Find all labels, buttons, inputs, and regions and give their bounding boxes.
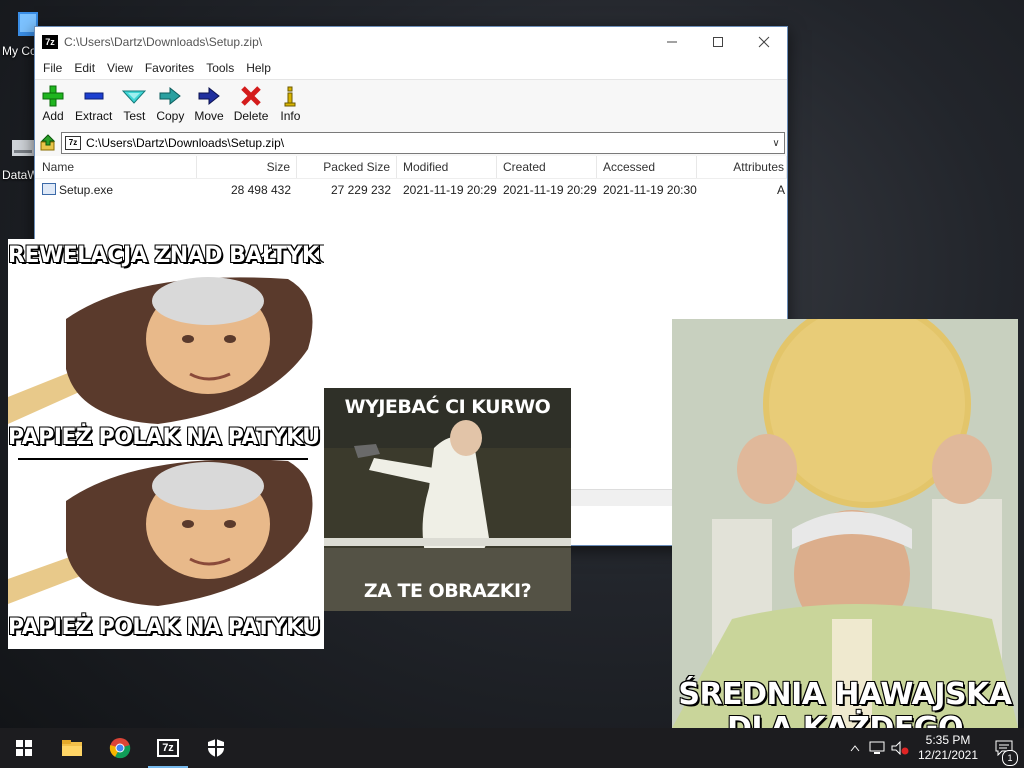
delete-button[interactable]: Delete bbox=[233, 80, 269, 123]
chrome-icon bbox=[109, 738, 131, 759]
column-created[interactable]: Created bbox=[497, 156, 597, 178]
file-name-cell: Setup.exe bbox=[35, 182, 197, 197]
meme-caption-middle: PAPIEŻ POLAK NA PATYKU XD bbox=[8, 424, 324, 451]
close-icon bbox=[758, 36, 770, 48]
taskbar-file-explorer[interactable] bbox=[48, 728, 96, 768]
zip-archive-icon: 7z bbox=[65, 136, 81, 150]
file-attributes: A bbox=[776, 182, 785, 197]
address-combobox[interactable]: 7z C:\Users\Dartz\Downloads\Setup.zip\ ∨ bbox=[61, 132, 785, 154]
up-arrow-icon bbox=[40, 134, 56, 151]
close-button[interactable] bbox=[741, 27, 787, 57]
shield-icon bbox=[208, 739, 224, 757]
file-list-header: Name Size Packed Size Modified Created A… bbox=[35, 156, 787, 179]
menu-favorites[interactable]: Favorites bbox=[139, 61, 200, 75]
file-name: Setup.exe bbox=[59, 182, 114, 197]
column-packed-size[interactable]: Packed Size bbox=[297, 156, 397, 178]
notification-badge: 1 bbox=[1002, 750, 1018, 766]
copy-label: Copy bbox=[156, 109, 185, 123]
file-size: 28 498 432 bbox=[230, 182, 291, 197]
exe-file-icon bbox=[42, 182, 56, 195]
show-hidden-icons-button[interactable] bbox=[844, 744, 866, 752]
copy-arrow-icon bbox=[158, 84, 182, 108]
meme-balcony-image: WYJEBAĆ CI KURWO ZA TE OBRAZKI? bbox=[324, 388, 571, 611]
meme-caption-line1: ŚREDNIA HAWAJSKA bbox=[678, 676, 1013, 713]
file-packed-size: 27 229 232 bbox=[330, 182, 391, 197]
taskbar-7zip[interactable]: 7z bbox=[144, 728, 192, 768]
folder-icon bbox=[62, 740, 82, 756]
meme-caption-top: WYJEBAĆ CI KURWO bbox=[344, 396, 551, 418]
meme-caption-bottom: PAPIEŻ POLAK NA PATYKU XD bbox=[8, 614, 324, 641]
network-button[interactable] bbox=[866, 741, 888, 755]
address-bar: 7z C:\Users\Dartz\Downloads\Setup.zip\ ∨ bbox=[35, 130, 787, 156]
add-button[interactable]: Add bbox=[41, 80, 65, 123]
chevron-up-icon bbox=[850, 745, 860, 752]
menu-help[interactable]: Help bbox=[240, 61, 277, 75]
file-created: 2021-11-19 20:29 bbox=[503, 182, 597, 197]
chevron-down-icon[interactable]: ∨ bbox=[768, 138, 784, 149]
extract-label: Extract bbox=[75, 109, 113, 123]
maximize-icon bbox=[713, 37, 723, 47]
minimize-icon bbox=[667, 41, 677, 43]
menu-tools[interactable]: Tools bbox=[200, 61, 240, 75]
file-modified: 2021-11-19 20:29 bbox=[403, 182, 497, 197]
clock[interactable]: 5:35 PM 12/21/2021 bbox=[912, 733, 984, 763]
network-icon bbox=[869, 741, 885, 754]
file-accessed: 2021-11-19 20:30 bbox=[603, 182, 697, 197]
taskbar-security[interactable] bbox=[192, 728, 240, 768]
delete-x-icon bbox=[239, 84, 263, 108]
move-arrow-icon bbox=[197, 84, 221, 108]
move-button[interactable]: Move bbox=[194, 80, 224, 123]
test-label: Test bbox=[123, 109, 146, 123]
clock-time: 5:35 PM bbox=[925, 733, 971, 747]
desktop: My Co DataW 7z C:\Users\Dartz\Downloads\… bbox=[0, 0, 1024, 728]
7zip-app-icon: 7z bbox=[42, 35, 58, 49]
meme-caption-line2: DLA KAŻDEGO bbox=[672, 710, 1018, 728]
meme-ice-cream-image: REWELACJA ZNAD BAŁTYKU PAPIEŻ POLAK NA P… bbox=[8, 239, 324, 649]
window-title: C:\Users\Dartz\Downloads\Setup.zip\ bbox=[64, 35, 263, 49]
column-modified[interactable]: Modified bbox=[397, 156, 497, 178]
toolbar: Add Extract Test Copy Move Delete Info bbox=[35, 79, 787, 130]
minimize-button[interactable] bbox=[649, 27, 695, 57]
taskbar-chrome[interactable] bbox=[96, 728, 144, 768]
menu-bar: File Edit View Favorites Tools Help bbox=[35, 57, 787, 79]
minus-icon bbox=[82, 84, 106, 108]
system-tray: 5:35 PM 12/21/2021 1 bbox=[844, 728, 1024, 768]
windows-logo-icon bbox=[16, 740, 32, 756]
info-button[interactable]: Info bbox=[278, 80, 302, 123]
action-center-button[interactable]: 1 bbox=[984, 740, 1024, 766]
volume-button[interactable] bbox=[888, 741, 912, 755]
column-attributes[interactable]: Attributes bbox=[697, 156, 787, 178]
title-bar[interactable]: 7z C:\Users\Dartz\Downloads\Setup.zip\ bbox=[35, 27, 787, 57]
meme-caption-bottom: ZA TE OBRAZKI? bbox=[363, 580, 532, 602]
table-row[interactable]: Setup.exe 28 498 432 27 229 232 2021-11-… bbox=[35, 179, 787, 200]
delete-label: Delete bbox=[233, 109, 269, 123]
move-label: Move bbox=[194, 109, 224, 123]
column-name[interactable]: Name bbox=[35, 156, 197, 178]
info-icon bbox=[278, 84, 302, 108]
host-illustration bbox=[672, 319, 1018, 728]
meme-host-image: ŚREDNIA HAWAJSKA DLA KAŻDEGO bbox=[672, 319, 1018, 728]
menu-view[interactable]: View bbox=[101, 61, 139, 75]
menu-edit[interactable]: Edit bbox=[68, 61, 101, 75]
clock-date: 12/21/2021 bbox=[917, 748, 979, 762]
add-label: Add bbox=[42, 109, 64, 123]
menu-file[interactable]: File bbox=[37, 61, 68, 75]
column-size[interactable]: Size bbox=[197, 156, 297, 178]
up-folder-button[interactable] bbox=[35, 134, 61, 152]
start-button[interactable] bbox=[0, 728, 48, 768]
test-button[interactable]: Test bbox=[122, 80, 147, 123]
plus-icon bbox=[41, 84, 65, 108]
column-accessed[interactable]: Accessed bbox=[597, 156, 697, 178]
balcony-illustration bbox=[324, 388, 571, 611]
address-input[interactable]: C:\Users\Dartz\Downloads\Setup.zip\ bbox=[86, 136, 768, 150]
7zip-icon: 7z bbox=[157, 739, 179, 757]
info-label: Info bbox=[280, 109, 301, 123]
volume-muted-icon bbox=[891, 741, 909, 755]
maximize-button[interactable] bbox=[695, 27, 741, 57]
check-icon bbox=[122, 84, 147, 108]
taskbar: 7z 5:35 PM 12/21/2021 1 bbox=[0, 728, 1024, 768]
extract-button[interactable]: Extract bbox=[75, 80, 112, 123]
copy-button[interactable]: Copy bbox=[156, 80, 184, 123]
